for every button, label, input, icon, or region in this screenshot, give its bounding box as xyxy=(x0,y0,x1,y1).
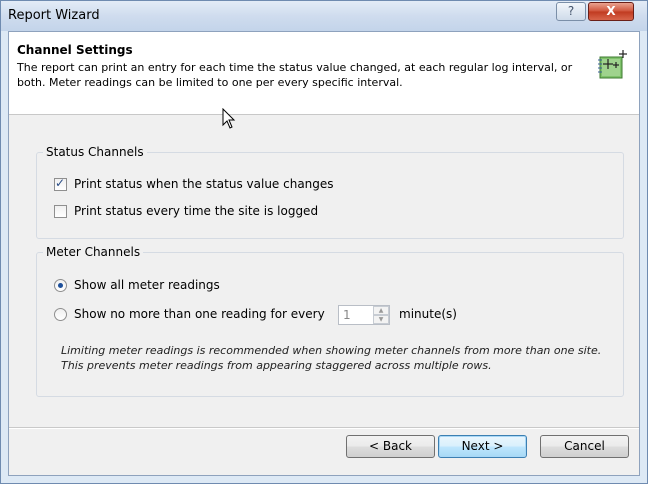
show-all-readings-label[interactable]: Show all meter readings xyxy=(74,278,220,292)
print-status-on-change-checkbox[interactable] xyxy=(54,176,67,191)
page-title: Channel Settings xyxy=(17,43,133,57)
close-icon: X xyxy=(606,4,616,18)
meter-channels-group: Meter Channels xyxy=(36,245,624,397)
cancel-button[interactable]: Cancel xyxy=(540,435,629,458)
interval-unit-label: minute(s) xyxy=(399,307,457,321)
footer-divider xyxy=(9,427,639,429)
title-bar[interactable]: Report Wizard ? X xyxy=(1,1,647,31)
print-status-on-change-label[interactable]: Print status when the status value chang… xyxy=(74,177,334,191)
help-icon: ? xyxy=(567,4,575,18)
wizard-sparkle-icon xyxy=(598,50,627,79)
mouse-cursor-icon xyxy=(222,108,236,129)
limit-readings-label[interactable]: Show no more than one reading for every xyxy=(74,307,325,321)
meter-readings-note: Limiting meter readings is recommended w… xyxy=(61,344,602,372)
spin-up-icon[interactable]: ▲ xyxy=(373,306,389,315)
spin-down-icon[interactable]: ▼ xyxy=(373,315,389,324)
next-button[interactable]: Next > xyxy=(438,435,527,458)
status-channels-group: Status Channels xyxy=(36,145,624,239)
help-button[interactable]: ? xyxy=(556,2,586,21)
dialog-body: Channel Settings The report can print an… xyxy=(8,31,640,476)
print-status-on-log-label[interactable]: Print status every time the site is logg… xyxy=(74,204,318,218)
back-button[interactable]: < Back xyxy=(346,435,435,458)
show-all-readings-radio[interactable] xyxy=(54,279,67,292)
wizard-header: Channel Settings The report can print an… xyxy=(9,32,639,115)
close-button[interactable]: X xyxy=(588,2,634,21)
status-channels-legend: Status Channels xyxy=(46,145,144,159)
page-description: The report can print an entry for each t… xyxy=(17,61,573,89)
interval-value[interactable]: 1 xyxy=(343,308,351,322)
limit-readings-radio[interactable] xyxy=(54,308,67,321)
meter-channels-legend: Meter Channels xyxy=(46,245,141,259)
print-status-on-log-checkbox[interactable] xyxy=(54,205,67,218)
report-wizard-window: Report Wizard ? X Channel Settings The r… xyxy=(0,0,648,484)
interval-stepper[interactable]: 1 ▲ ▼ xyxy=(338,305,390,325)
window-title: Report Wizard xyxy=(8,8,100,23)
